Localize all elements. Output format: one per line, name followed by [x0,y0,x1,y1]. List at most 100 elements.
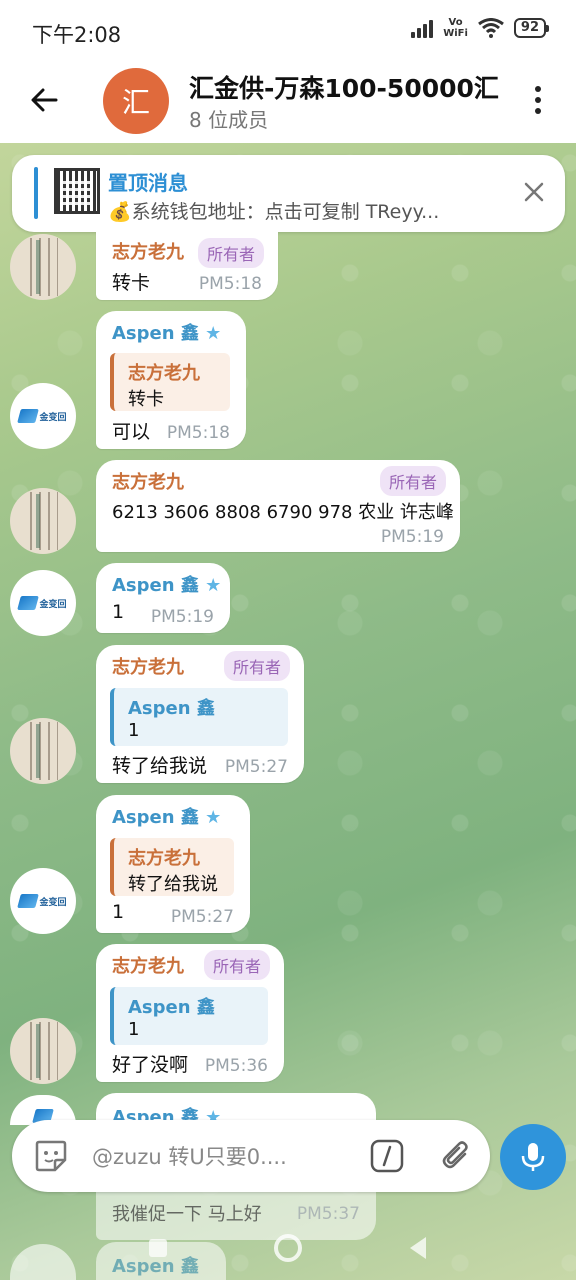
owner-badge: 所有者 [203,950,270,980]
voice-record-button[interactable] [500,1124,566,1190]
message-text: 可以 [112,421,151,443]
sender-name: Aspen 鑫 [112,323,199,344]
message-text: 6213 3606 8808 6790 978 农业 许志峰 [112,502,454,523]
message-time: PM5:27 [224,757,288,777]
message-time: PM5:27 [170,907,234,927]
triangle-back-icon [410,1237,426,1259]
message-bubble[interactable]: Aspen 鑫 ★ 志方老九 转了给我说 1 PM5:27 [96,795,250,933]
star-icon: ★ [205,575,222,596]
paperclip-icon [442,1141,468,1169]
message-time: PM5:18 [166,423,230,443]
sender-name: Aspen 鑫 [112,807,199,828]
chat-header: 汇 汇金供-万森100-50000汇 8 位成员 [0,60,576,143]
message-time: PM5:19 [150,607,214,627]
message-bubble[interactable]: Aspen 鑫 ★ 志方老九 转卡 可以 PM5:18 [96,311,246,449]
quote-text: 转卡 [128,389,164,410]
message-sender: 志方老九 [112,657,184,678]
message-input[interactable]: @zuzu 转U只要0.... [92,1141,352,1171]
message-sender: Aspen 鑫 ★ [112,571,221,597]
quote-sender: Aspen 鑫 [128,997,215,1018]
sticker-icon [35,1140,67,1172]
battery-level: 92 [520,20,539,35]
reply-quote[interactable]: 志方老九 转了给我说 [110,838,234,896]
recents-button[interactable] [138,1228,178,1268]
back-button[interactable] [22,78,66,122]
close-pinned-button[interactable] [519,177,549,207]
message-bubble[interactable]: 志方老九 所有者 转卡 PM5:18 [96,232,278,300]
message-time: PM5:19 [380,527,444,547]
logo-text: 金变回 [39,897,67,908]
message-bubble[interactable]: 志方老九 所有者 Aspen 鑫 1 好了没啊 PM5:36 [96,944,284,1082]
status-bar: 下午2:08 Vo WiFi 92 [0,0,576,60]
quote-text: 转了给我说 [128,874,218,895]
logo-text: 金变回 [39,412,67,423]
qr-code-thumbnail [54,168,100,214]
message-time: PM5:18 [198,274,262,294]
signal-icon [411,18,434,38]
pinned-indicator [34,167,38,219]
quote-sender: 志方老九 [128,363,200,384]
message-text: 好了没啊 [112,1054,189,1076]
quote-sender: Aspen 鑫 [128,698,215,719]
avatar[interactable]: 金变回 [10,868,76,934]
avatar[interactable]: 金变回 [10,383,76,449]
close-icon [524,182,544,202]
message-sender: 志方老九 [112,242,184,263]
message-sender: 志方老九 [112,956,184,977]
pinned-message-banner[interactable]: 置顶消息 💰系统钱包地址：点击可复制 TReyy... [12,155,565,232]
star-icon: ★ [205,323,222,344]
message-text: 1 [112,901,125,923]
message-bubble[interactable]: 志方老九 所有者 Aspen 鑫 1 转了给我说 PM5:27 [96,645,304,783]
avatar[interactable] [10,1018,76,1084]
owner-badge: 所有者 [223,651,290,681]
owner-badge: 所有者 [197,238,264,268]
message-text: 转卡 [112,272,151,294]
square-icon [149,1239,167,1257]
message-text: 转了给我说 [112,755,208,777]
status-icons: Vo WiFi 92 [411,17,550,39]
owner-badge: 所有者 [379,466,446,496]
group-title[interactable]: 汇金供-万森100-50000汇 [189,69,499,105]
slash-command-icon [370,1139,404,1173]
message-text: 1 [112,601,125,623]
status-time: 下午2:08 [32,23,122,47]
microphone-icon [521,1143,545,1171]
avatar[interactable] [10,234,76,300]
more-menu-button[interactable] [522,82,554,118]
logo-text: 金变回 [39,599,67,610]
system-nav-bar [0,1212,576,1280]
message-time: PM5:36 [204,1056,268,1076]
quote-text: 1 [128,720,140,741]
battery-icon: 92 [513,18,550,38]
member-count: 8 位成员 [189,108,269,132]
message-bubble[interactable]: Aspen 鑫 ★ 1 PM5:19 [96,563,230,633]
message-bubble[interactable]: Aspen 鑫 ★ [96,1093,376,1128]
avatar[interactable]: 金变回 [10,570,76,636]
vowifi-icon: Vo WiFi [443,17,468,39]
reply-quote[interactable]: Aspen 鑫 1 [110,987,268,1045]
sender-name: Aspen 鑫 [112,575,199,596]
attach-button[interactable] [438,1137,476,1175]
avatar[interactable] [10,488,76,554]
message-bubble[interactable]: 志方老九 所有者 6213 3606 8808 6790 978 农业 许志峰 … [96,460,460,552]
circle-icon [274,1234,302,1262]
reply-quote[interactable]: 志方老九 转卡 [110,353,230,411]
quote-sender: 志方老九 [128,848,200,869]
star-icon: ★ [205,807,222,828]
wifi-icon [478,18,504,38]
sticker-button[interactable] [32,1137,70,1175]
message-sender: Aspen 鑫 ★ [112,803,221,829]
message-composer: @zuzu 转U只要0.... [12,1120,490,1192]
avatar[interactable] [10,718,76,784]
reply-quote[interactable]: Aspen 鑫 1 [110,688,288,746]
quote-text: 1 [128,1019,140,1040]
message-sender: 志方老九 [112,472,184,493]
pinned-text: 💰系统钱包地址：点击可复制 TReyy... [108,201,440,223]
message-sender: Aspen 鑫 ★ [112,319,221,345]
bot-command-button[interactable] [368,1137,406,1175]
group-avatar[interactable]: 汇 [103,68,169,134]
home-button[interactable] [268,1228,308,1268]
back-nav-button[interactable] [398,1228,438,1268]
pinned-title: 置顶消息 [108,171,188,195]
arrow-left-icon [31,88,58,112]
